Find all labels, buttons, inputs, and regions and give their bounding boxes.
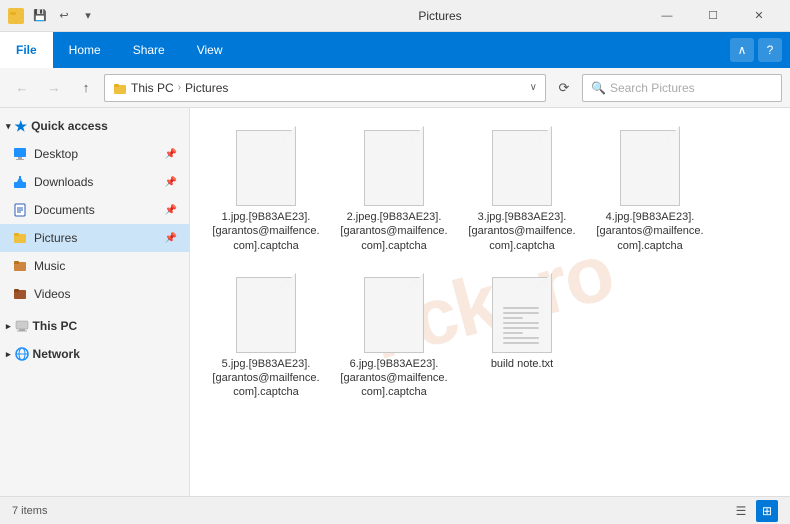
desktop-icon (12, 146, 28, 162)
sidebar-item-downloads[interactable]: Downloads 📌 (0, 168, 189, 196)
star-icon: ★ (15, 118, 28, 135)
tab-home[interactable]: Home (53, 32, 117, 68)
downloads-icon (12, 174, 28, 190)
list-item[interactable]: 2.jpeg.[9B83AE23].[garantos@mailfence.co… (334, 120, 454, 259)
sidebar-item-pictures-label: Pictures (34, 231, 77, 245)
sidebar-item-desktop[interactable]: Desktop 📌 (0, 140, 189, 168)
sidebar-item-documents[interactable]: Documents 📌 (0, 196, 189, 224)
search-icon: 🔍 (591, 81, 606, 95)
list-item[interactable]: 3.jpg.[9B83AE23].[garantos@mailfence.com… (462, 120, 582, 259)
window-title: Pictures (296, 9, 584, 23)
address-dropdown-button[interactable]: ∨ (530, 82, 537, 93)
pin-icon-docs: 📌 (165, 205, 177, 216)
sidebar-item-downloads-label: Downloads (34, 175, 93, 189)
sidebar-network-label: Network (33, 347, 80, 361)
sidebar-item-videos[interactable]: Videos (0, 280, 189, 308)
file-icon (232, 273, 300, 353)
file-name: 3.jpg.[9B83AE23].[garantos@mailfence.com… (467, 210, 577, 253)
file-name: 1.jpg.[9B83AE23].[garantos@mailfence.com… (211, 210, 321, 253)
ribbon-help-button[interactable]: ? (758, 38, 782, 62)
file-icon (616, 126, 684, 206)
window-controls: — ☐ ✕ (644, 0, 782, 32)
network-icon (15, 347, 29, 361)
maximize-button[interactable]: ☐ (690, 0, 736, 32)
sidebar-item-pictures[interactable]: Pictures 📌 (0, 224, 189, 252)
search-placeholder: Search Pictures (610, 81, 695, 95)
music-icon (12, 258, 28, 274)
quick-access-toolbar: 💾 ↩ ▾ (30, 6, 98, 26)
main-area: ▾ ★ Quick access Desktop 📌 Downloads 📌 D… (0, 108, 790, 496)
file-name: 5.jpg.[9B83AE23].[garantos@mailfence.com… (211, 357, 321, 400)
sidebar-item-videos-label: Videos (34, 287, 70, 301)
title-bar: 💾 ↩ ▾ Pictures — ☐ ✕ (0, 0, 790, 32)
address-bar-row: ← → ↑ This PC › Pictures ∨ ⟳ 🔍 Search Pi… (0, 68, 790, 108)
ribbon-collapse-button[interactable]: ∧ (730, 38, 754, 62)
list-item[interactable]: 4.jpg.[9B83AE23].[garantos@mailfence.com… (590, 120, 710, 259)
file-area: fickcro 1.jpg.[9B83AE23].[garantos@mailf… (190, 108, 790, 496)
this-pc-icon (15, 319, 29, 333)
nav-up-button[interactable]: ↑ (72, 74, 100, 102)
undo-qat-button[interactable]: ↩ (54, 6, 74, 26)
ribbon-right: ∧ ? (730, 32, 790, 68)
file-icon (360, 273, 428, 353)
save-qat-button[interactable]: 💾 (30, 6, 50, 26)
folder-icon (113, 81, 127, 95)
file-icon (488, 273, 556, 353)
nav-back-button[interactable]: ← (8, 74, 36, 102)
search-box[interactable]: 🔍 Search Pictures (582, 74, 782, 102)
chevron-right-icon-2: ▸ (6, 349, 11, 360)
sidebar-item-music-label: Music (34, 259, 65, 273)
sidebar-quickaccess-header[interactable]: ▾ ★ Quick access (0, 112, 189, 140)
status-item-count: 7 items (12, 505, 47, 517)
list-item[interactable]: 5.jpg.[9B83AE23].[garantos@mailfence.com… (206, 267, 326, 406)
sidebar-item-music[interactable]: Music (0, 252, 189, 280)
sidebar: ▾ ★ Quick access Desktop 📌 Downloads 📌 D… (0, 108, 190, 496)
title-bar-left: 💾 ↩ ▾ (8, 6, 296, 26)
file-icon (488, 126, 556, 206)
breadcrumb: This PC › Pictures (131, 81, 526, 95)
chevron-down-icon: ▾ (6, 121, 11, 132)
refresh-button[interactable]: ⟳ (550, 74, 578, 102)
sidebar-network-header[interactable]: ▸ Network (0, 340, 189, 368)
tab-view[interactable]: View (181, 32, 239, 68)
pin-icon-pics: 📌 (165, 233, 177, 244)
ribbon: File Home Share View ∧ ? (0, 32, 790, 68)
pin-icon: 📌 (165, 149, 177, 160)
list-item[interactable]: 6.jpg.[9B83AE23].[garantos@mailfence.com… (334, 267, 454, 406)
sidebar-item-desktop-label: Desktop (34, 147, 78, 161)
status-bar: 7 items ☰ ⊞ (0, 496, 790, 524)
window-icon (8, 8, 24, 24)
sidebar-thispc-label: This PC (33, 319, 78, 333)
breadcrumb-arrow: › (178, 82, 181, 93)
file-name: 2.jpeg.[9B83AE23].[garantos@mailfence.co… (339, 210, 449, 253)
icon-view-button[interactable]: ⊞ (756, 500, 778, 522)
documents-icon (12, 202, 28, 218)
status-view-controls: ☰ ⊞ (730, 500, 778, 522)
file-icon (232, 126, 300, 206)
list-view-button[interactable]: ☰ (730, 500, 752, 522)
file-name: build note.txt (491, 357, 553, 371)
file-name: 4.jpg.[9B83AE23].[garantos@mailfence.com… (595, 210, 705, 253)
file-icon (360, 126, 428, 206)
pin-icon-dl: 📌 (165, 177, 177, 188)
sidebar-thispc-header[interactable]: ▸ This PC (0, 312, 189, 340)
minimize-button[interactable]: — (644, 0, 690, 32)
qat-dropdown-button[interactable]: ▾ (78, 6, 98, 26)
breadcrumb-this-pc[interactable]: This PC (131, 81, 174, 95)
breadcrumb-pictures[interactable]: Pictures (185, 81, 228, 95)
file-name: 6.jpg.[9B83AE23].[garantos@mailfence.com… (339, 357, 449, 400)
tab-share[interactable]: Share (117, 32, 181, 68)
chevron-right-icon: ▸ (6, 321, 11, 332)
list-item[interactable]: build note.txt (462, 267, 582, 406)
sidebar-item-documents-label: Documents (34, 203, 95, 217)
pictures-icon (12, 230, 28, 246)
nav-forward-button[interactable]: → (40, 74, 68, 102)
videos-icon (12, 286, 28, 302)
tab-file[interactable]: File (0, 32, 53, 68)
close-button[interactable]: ✕ (736, 0, 782, 32)
address-bar[interactable]: This PC › Pictures ∨ (104, 74, 546, 102)
sidebar-quickaccess-label: Quick access (31, 119, 108, 133)
list-item[interactable]: 1.jpg.[9B83AE23].[garantos@mailfence.com… (206, 120, 326, 259)
